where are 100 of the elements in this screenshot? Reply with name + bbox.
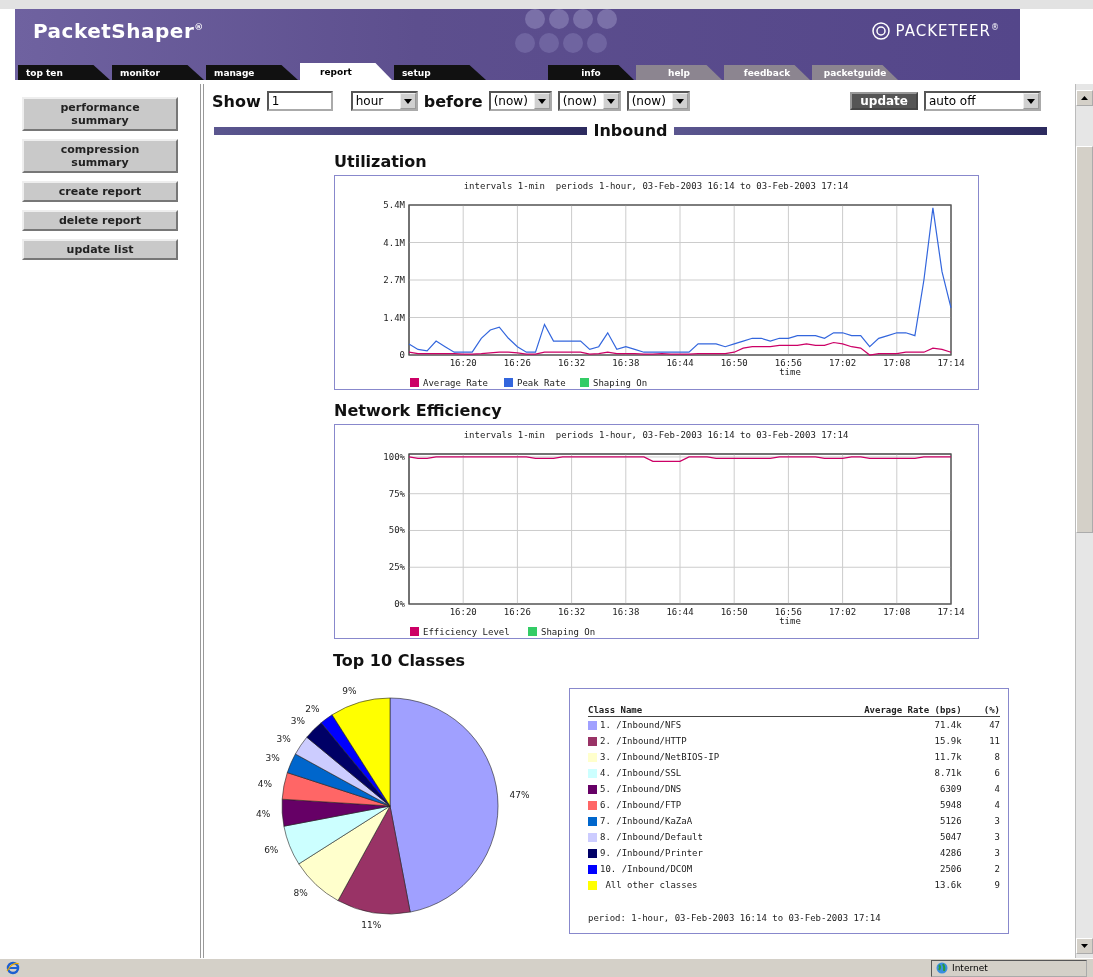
- axis-tick-label: 16:50: [720, 358, 748, 368]
- nav-tab[interactable]: setup: [394, 65, 486, 80]
- dropdown[interactable]: (now): [557, 91, 621, 111]
- slice-label: 4%: [255, 808, 271, 819]
- chart-title: Utilization: [334, 152, 428, 171]
- class-name: 9. /Inbound/Printer: [600, 848, 703, 858]
- axis-tick-label: 16:32: [558, 358, 586, 368]
- table-cell: 71.4k: [795, 716, 962, 733]
- legend-label: Peak Rate: [517, 378, 566, 388]
- legend-label: Shaping On: [541, 627, 596, 637]
- axis-tick-label: 16:56: [774, 607, 802, 617]
- axis-tick-label: 4.1M: [383, 237, 405, 248]
- class-name: 7. /Inbound/KaZaA: [600, 816, 693, 826]
- table-cell: 3: [961, 845, 1000, 861]
- sidebar-button[interactable]: performance summary: [22, 97, 178, 131]
- utility-tab[interactable]: help: [636, 65, 722, 80]
- table-cell-text: 15.9k: [933, 735, 962, 748]
- slice-label: 2%: [305, 703, 320, 714]
- sidebar-button[interactable]: delete report: [22, 210, 178, 231]
- utility-tab[interactable]: packetguide: [812, 65, 898, 80]
- table-cell: 9: [961, 877, 1000, 893]
- brand-name: PACKETEER$^{®}$: [895, 22, 1000, 40]
- dropdown[interactable]: hour: [350, 91, 418, 111]
- table-cell-text: 13.6k: [933, 879, 962, 892]
- chart-title: Network Efficiency: [334, 401, 503, 420]
- legend-label: Efficiency Level: [423, 627, 510, 637]
- table-cell: 4: [961, 781, 1000, 797]
- axis-tick-label: 1.4M: [383, 312, 405, 323]
- slice-label: 3%: [265, 753, 280, 764]
- axis-tick-label: 16:20: [449, 607, 477, 617]
- legend-label: Shaping On: [593, 378, 648, 388]
- axis-tick-label: 100%: [383, 451, 405, 462]
- nav-tab[interactable]: top ten: [18, 65, 110, 80]
- update-button[interactable]: update: [850, 92, 918, 110]
- chart-subtitle: intervals 1-min periods 1-hour, 03-Feb-2003 16:14 to 03-Feb-2003 17:14: [463, 430, 849, 440]
- class-name: 6. /Inbound/FTP: [600, 800, 682, 810]
- slice-label: 11%: [361, 919, 382, 930]
- legend-label: Average Rate: [423, 378, 489, 388]
- sidebar-button[interactable]: compression summary: [22, 139, 178, 173]
- class-name: 10. /Inbound/DCOM: [600, 864, 693, 874]
- slice-label: 9%: [342, 685, 357, 696]
- scroll-down-icon[interactable]: [1076, 938, 1093, 954]
- product-logo: PacketShaper$^{®}$: [33, 19, 204, 43]
- scrollbar[interactable]: [1075, 84, 1093, 958]
- sidebar-button[interactable]: create report: [22, 181, 178, 202]
- axis-tick-label: 50%: [388, 525, 405, 536]
- table-cell-text: 6309: [939, 783, 962, 796]
- axis-tick-label: 16:26: [503, 607, 531, 617]
- table-cell: 4: [961, 797, 1000, 813]
- class-name: 8. /Inbound/Default: [600, 832, 703, 842]
- axis-tick-label: 16:32: [558, 607, 586, 617]
- axis-tick-label: 5.4M: [383, 200, 405, 210]
- zone-label: Internet: [952, 963, 988, 973]
- scroll-up-icon[interactable]: [1076, 90, 1093, 106]
- class-name: All other classes: [604, 880, 698, 890]
- axis-tick-label: 17:08: [883, 358, 911, 368]
- period-note: period: 1-hour, 03-Feb-2003 16:14 to 03-Feb-2003 17:14: [588, 913, 882, 923]
- axis-tick-label: 25%: [388, 562, 405, 573]
- dropdown[interactable]: (now): [626, 91, 690, 111]
- table-cell-text: 2506: [939, 863, 962, 876]
- nav-tab[interactable]: manage: [206, 65, 298, 80]
- axis-tick-label: 17:02: [829, 358, 857, 368]
- column-header: (%): [961, 705, 1000, 717]
- table-cell: 11: [961, 733, 1000, 749]
- table-cell: 3: [961, 813, 1000, 829]
- axis-tick-label: 17:14: [937, 607, 965, 617]
- axis-tick-label: 0%: [394, 599, 405, 609]
- class-name: 3. /Inbound/NetBIOS-IP: [600, 752, 720, 762]
- axis-tick-label: 17:14: [937, 358, 965, 368]
- nav-tab[interactable]: report: [300, 63, 392, 80]
- table-cell-text: 5047: [939, 831, 962, 844]
- axis-tick-label: 16:38: [612, 607, 640, 617]
- utility-tab[interactable]: feedback: [724, 65, 810, 80]
- class-name: 4. /Inbound/SSL: [600, 768, 682, 778]
- nav-tab[interactable]: monitor: [112, 65, 204, 80]
- axis-tick-label: 17:02: [829, 607, 857, 617]
- axis-tick-label: 16:56: [774, 358, 802, 368]
- dropdown[interactable]: auto off: [924, 91, 1041, 111]
- brand-logo-icon: [871, 22, 890, 40]
- axis-tick-label: 0: [399, 350, 405, 360]
- table-cell-text: 4286: [939, 847, 962, 860]
- chart-subtitle: intervals 1-min periods 1-hour, 03-Feb-2003 16:14 to 03-Feb-2003 17:14: [463, 181, 849, 191]
- show-label: Show: [212, 91, 261, 111]
- axis-tick-label: 16:38: [612, 358, 640, 368]
- chart-title: Top 10 Classes: [333, 651, 467, 670]
- section-title: Inbound: [593, 121, 668, 140]
- axis-tick-label: 2.7M: [383, 275, 405, 285]
- axis-tick-label: 16:50: [720, 607, 748, 617]
- sidebar-button[interactable]: update list: [22, 239, 178, 260]
- table-cell: 6: [961, 765, 1000, 781]
- table-cell-text: 5948: [939, 799, 962, 812]
- column-header: Class Name: [588, 705, 796, 717]
- scroll-thumb[interactable]: [1076, 146, 1093, 533]
- table-cell: 8: [961, 749, 1000, 765]
- table-cell-text: 5126: [939, 815, 962, 828]
- dropdown[interactable]: (now): [488, 91, 552, 111]
- table-cell-text: 3: [993, 831, 1000, 844]
- slice-label: 3%: [276, 733, 291, 744]
- count-field[interactable]: 1: [266, 91, 333, 111]
- slice-label: 8%: [293, 888, 308, 899]
